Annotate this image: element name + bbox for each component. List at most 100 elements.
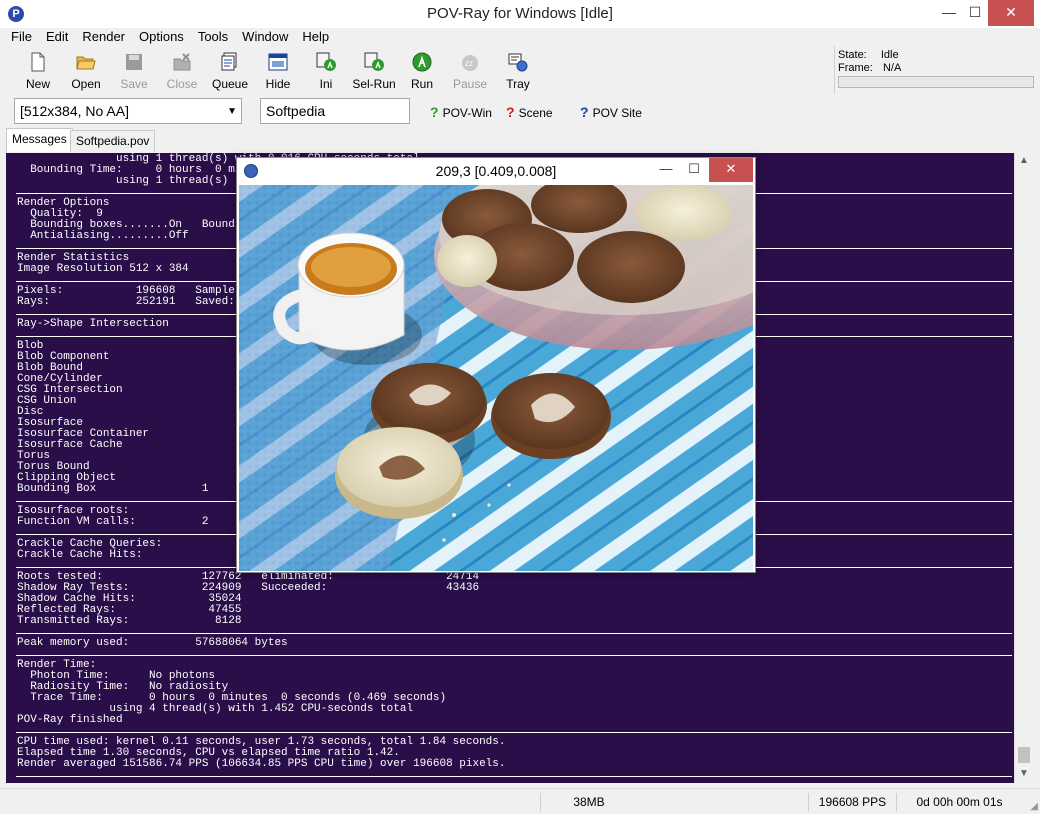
- msg-peak-memory: Peak memory used: 57688064 bytes: [17, 637, 288, 649]
- scene-question-icon: ?: [506, 104, 515, 120]
- ini-section-input[interactable]: Softpedia: [260, 98, 410, 124]
- svg-text:zz: zz: [465, 59, 473, 68]
- rendered-scene-image: [239, 185, 753, 571]
- divider: [16, 633, 1012, 634]
- new-button[interactable]: New: [14, 48, 62, 92]
- window-title: POV-Ray for Windows [Idle]: [427, 5, 613, 22]
- render-state-panel: State: Idle Frame: N/A: [834, 46, 1036, 94]
- render-preview-window[interactable]: 209,3 [0.409,0.008] — ☐ ✕: [236, 157, 756, 573]
- render-progress-bar: [838, 76, 1034, 88]
- render-maximize-button[interactable]: ☐: [681, 158, 707, 182]
- ini-button[interactable]: Ini: [302, 48, 350, 92]
- sel-run-label: Sel-Run: [352, 77, 396, 91]
- close-file-label: Close: [166, 77, 198, 91]
- render-window-titlebar[interactable]: 209,3 [0.409,0.008] — ☐ ✕: [237, 158, 755, 184]
- help-question-icon: ?: [430, 104, 439, 120]
- msg-render-time: Render Time: Photon Time: No photons Rad…: [17, 659, 447, 726]
- save-label: Save: [120, 77, 148, 91]
- divider: [16, 776, 1012, 777]
- run-button[interactable]: Run: [398, 48, 446, 92]
- render-image[interactable]: [239, 185, 753, 571]
- state-label: State:: [838, 49, 867, 61]
- divider: [16, 655, 1012, 656]
- render-close-button[interactable]: ✕: [709, 158, 753, 182]
- messages-scrollbar[interactable]: ▲ ▼: [1014, 153, 1032, 783]
- msg-cpu-summary: CPU time used: kernel 0.11 seconds, user…: [17, 736, 506, 770]
- menu-tools[interactable]: Tools: [191, 28, 235, 46]
- menu-bar: File Edit Render Options Tools Window He…: [0, 28, 1040, 46]
- queue-icon: [221, 52, 237, 71]
- frame-label: Frame:: [838, 62, 873, 74]
- scroll-up-arrow-icon[interactable]: ▲: [1015, 155, 1033, 166]
- pause-sleep-icon: zz: [462, 55, 478, 71]
- new-label: New: [25, 77, 50, 91]
- close-file-button[interactable]: Close: [158, 48, 206, 92]
- frame-row: Frame: N/A: [838, 62, 901, 74]
- help-scene-button[interactable]: ? Scene: [506, 104, 553, 120]
- ini-label: Ini: [319, 77, 333, 91]
- title-bar: P POV-Ray for Windows [Idle] — ☐ ✕: [0, 0, 1040, 28]
- status-pps: 196608 PPS: [808, 793, 896, 811]
- sel-run-button[interactable]: Sel-Run: [350, 48, 398, 92]
- run-icon: [412, 52, 432, 72]
- ini-runner-icon: [316, 52, 336, 71]
- save-button[interactable]: Save: [110, 48, 158, 92]
- save-disk-icon: [126, 54, 142, 70]
- tab-messages[interactable]: Messages: [6, 128, 73, 152]
- secondary-toolbar: [512x384, No AA] ▼ Softpedia ? POV-Win ? S…: [0, 96, 1040, 128]
- maximize-button[interactable]: ☐: [962, 0, 988, 26]
- msg-isosurface: Isosurface roots: Function VM calls: 2: [17, 505, 209, 528]
- tray-label: Tray: [506, 77, 530, 91]
- scroll-down-arrow-icon[interactable]: ▼: [1015, 768, 1033, 779]
- help-povwin-button[interactable]: ? POV-Win: [430, 104, 492, 120]
- sel-run-icon: [364, 52, 384, 71]
- menu-render[interactable]: Render: [75, 28, 132, 46]
- state-row: State: Idle: [838, 49, 899, 61]
- status-memory-value: 38MB: [573, 795, 605, 809]
- hide-label: Hide: [265, 77, 291, 91]
- help-scene-label: Scene: [518, 106, 553, 120]
- main-toolbar: New Open Save Close Queue Hide Ini Sel-R…: [6, 48, 832, 92]
- msg-shape-list: Blob Blob Component Blob Bound Cone/Cyli…: [17, 340, 209, 495]
- menu-window[interactable]: Window: [235, 28, 295, 46]
- site-question-icon: ?: [580, 104, 589, 120]
- msg-render-statistics: Render Statistics Image Resolution 512 x…: [17, 252, 189, 275]
- status-elapsed-time: 0d 00h 00m 01s: [896, 793, 1022, 811]
- menu-options[interactable]: Options: [132, 28, 191, 46]
- help-povwin-label: POV-Win: [442, 106, 492, 120]
- msg-roots-shadow: Roots tested: 127762 eliminated: 24714 S…: [17, 571, 480, 627]
- tray-icon: [508, 53, 528, 72]
- hide-window-icon: [268, 53, 288, 71]
- chevron-down-icon: ▼: [227, 106, 237, 117]
- new-document-icon: [31, 52, 45, 72]
- open-label: Open: [71, 77, 101, 91]
- queue-button[interactable]: Queue: [206, 48, 254, 92]
- ini-section-value: Softpedia: [266, 103, 326, 119]
- pause-label: Pause: [452, 77, 488, 91]
- open-button[interactable]: Open: [62, 48, 110, 92]
- msg-pixels-rays: Pixels: 196608 Samples: Rays: 252191 Sav…: [17, 285, 249, 308]
- resolution-value: [512x384, No AA]: [20, 103, 129, 119]
- state-value: Idle: [880, 49, 899, 61]
- run-label: Run: [410, 77, 433, 91]
- menu-edit[interactable]: Edit: [39, 28, 75, 46]
- render-minimize-button[interactable]: —: [653, 158, 679, 182]
- divider: [16, 732, 1012, 733]
- resolution-dropdown[interactable]: [512x384, No AA] ▼: [14, 98, 242, 124]
- msg-crackle: Crackle Cache Queries: Crackle Cache Hit…: [17, 538, 163, 561]
- status-bar: 38MB 196608 PPS 0d 00h 00m 01s ◢: [0, 788, 1040, 814]
- hide-button[interactable]: Hide: [254, 48, 302, 92]
- pause-button[interactable]: zz Pause: [446, 48, 494, 92]
- resize-grip-icon[interactable]: ◢: [1030, 801, 1038, 812]
- close-button[interactable]: ✕: [988, 0, 1034, 26]
- menu-help[interactable]: Help: [295, 28, 336, 46]
- tab-softpedia-pov[interactable]: Softpedia.pov: [70, 130, 156, 152]
- menu-file[interactable]: File: [4, 28, 39, 46]
- open-folder-icon: [76, 56, 96, 70]
- close-file-icon: [173, 53, 191, 71]
- scrollbar-thumb[interactable]: [1018, 747, 1030, 763]
- tray-button[interactable]: Tray: [494, 48, 542, 92]
- minimize-button[interactable]: —: [936, 0, 962, 26]
- queue-label: Queue: [211, 77, 249, 91]
- help-povsite-button[interactable]: ? POV Site: [580, 104, 642, 120]
